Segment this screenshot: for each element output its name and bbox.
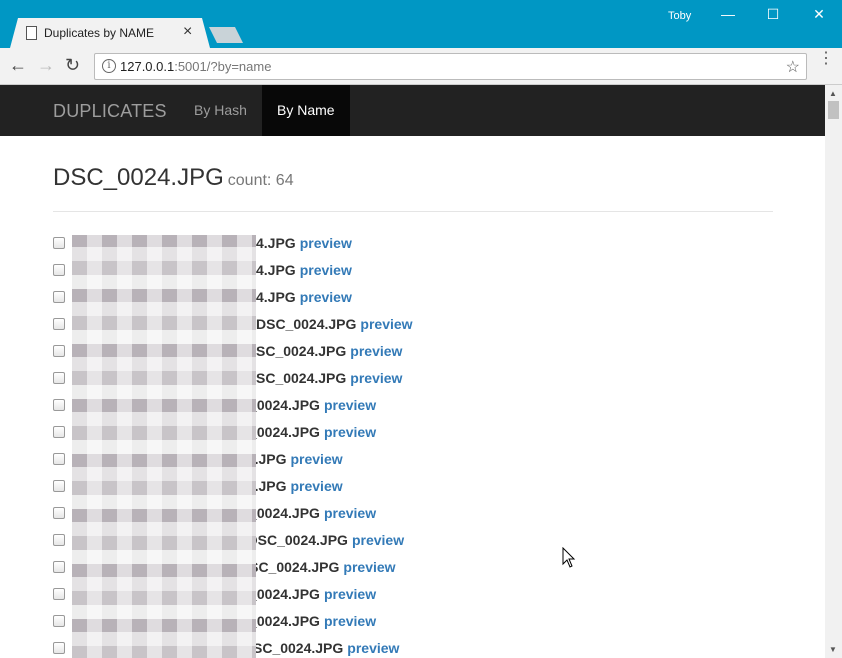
new-tab-button[interactable]: [209, 27, 243, 43]
page-icon: [26, 26, 37, 40]
preview-link[interactable]: preview: [300, 289, 352, 305]
preview-link[interactable]: preview: [343, 559, 395, 575]
scroll-up-icon[interactable]: ▲: [829, 89, 837, 98]
preview-link[interactable]: preview: [324, 613, 376, 629]
file-entry: DSC_0024.JPG preview: [239, 559, 396, 575]
mouse-cursor-icon: [562, 547, 576, 568]
close-window-icon[interactable]: ✕: [809, 6, 829, 23]
file-entry: SC_0024.JPG preview: [256, 343, 402, 359]
count-label: count: 64: [227, 172, 294, 189]
main-content: DSC_0024.JPG count: 64 4.JPG preview 4.JPG p…: [0, 136, 825, 658]
redacted-path-area: [72, 235, 256, 658]
file-entry: C_0024.JPG preview: [239, 397, 376, 413]
file-entry: C_0024.JPG preview: [239, 424, 376, 440]
url-text[interactable]: 127.0.0.1:5001/?by=name: [120, 59, 271, 74]
preview-link[interactable]: preview: [350, 370, 402, 386]
file-entry: (\DSC_0024.JPG preview: [239, 532, 404, 548]
preview-link[interactable]: preview: [324, 586, 376, 602]
tab-close-icon[interactable]: ×: [183, 23, 192, 41]
file-path: 4.JPG: [256, 235, 296, 251]
browser-titlebar: Duplicates by NAME × Toby — ☐ ✕: [0, 0, 842, 48]
browser-toolbar: ← → ↻ i 127.0.0.1:5001/?by=name ☆ ⋮: [0, 48, 842, 85]
preview-link[interactable]: preview: [360, 316, 412, 332]
tab-title: Duplicates by NAME: [44, 26, 155, 40]
select-checkbox[interactable]: [53, 264, 65, 276]
forward-icon[interactable]: →: [37, 55, 55, 75]
site-info-icon[interactable]: i: [102, 59, 116, 73]
select-checkbox[interactable]: [53, 318, 65, 330]
nav-by-name[interactable]: By Name: [262, 85, 350, 136]
scroll-down-icon[interactable]: ▼: [829, 645, 837, 654]
profile-name[interactable]: Toby: [668, 10, 691, 22]
file-entry: 4.JPG preview: [256, 235, 352, 251]
file-entry: DSC_0024.JPG preview: [256, 316, 413, 332]
navbar-brand[interactable]: DUPLICATES: [53, 101, 167, 122]
select-checkbox[interactable]: [53, 372, 65, 384]
duplicate-filename: DSC_0024.JPG: [53, 164, 224, 191]
preview-link[interactable]: preview: [324, 505, 376, 521]
file-entry: 4.JPG preview: [256, 289, 352, 305]
preview-link[interactable]: preview: [347, 640, 399, 656]
preview-link[interactable]: preview: [350, 343, 402, 359]
select-checkbox[interactable]: [53, 480, 65, 492]
preview-link[interactable]: preview: [352, 532, 404, 548]
preview-link[interactable]: preview: [290, 451, 342, 467]
select-checkbox[interactable]: [53, 561, 65, 573]
site-navbar: DUPLICATES By Hash By Name: [0, 85, 825, 136]
nav-by-hash[interactable]: By Hash: [179, 85, 262, 136]
file-entry: \DSC_0024.JPG preview: [239, 640, 399, 656]
select-checkbox[interactable]: [53, 291, 65, 303]
select-checkbox[interactable]: [53, 534, 65, 546]
file-path: SC_0024.JPG: [256, 343, 347, 359]
url-host: 127.0.0.1: [120, 59, 175, 74]
select-checkbox[interactable]: [53, 588, 65, 600]
preview-link[interactable]: preview: [290, 478, 342, 494]
select-checkbox[interactable]: [53, 345, 65, 357]
file-entry: SC_0024.JPG preview: [256, 370, 402, 386]
select-checkbox[interactable]: [53, 453, 65, 465]
browser-menu-icon[interactable]: ⋮: [818, 51, 834, 67]
preview-link[interactable]: preview: [300, 262, 352, 278]
address-bar[interactable]: i 127.0.0.1:5001/?by=name ☆: [94, 53, 807, 80]
back-icon[interactable]: ←: [9, 55, 27, 75]
file-path: SC_0024.JPG: [256, 370, 347, 386]
file-entry: C_0024.JPG preview: [239, 505, 376, 521]
select-checkbox[interactable]: [53, 507, 65, 519]
bookmark-star-icon[interactable]: ☆: [786, 57, 800, 77]
select-checkbox[interactable]: [53, 399, 65, 411]
file-entry: C_0024.JPG preview: [239, 613, 376, 629]
file-path: 4.JPG: [256, 289, 296, 305]
file-path: DSC_0024.JPG: [256, 316, 357, 332]
file-entry: C_0024.JPG preview: [239, 586, 376, 602]
preview-link[interactable]: preview: [300, 235, 352, 251]
divider: [53, 211, 773, 212]
maximize-icon[interactable]: ☐: [763, 6, 783, 23]
select-checkbox[interactable]: [53, 615, 65, 627]
scroll-thumb[interactable]: [828, 101, 839, 119]
url-path: :5001/?by=name: [174, 59, 272, 74]
select-checkbox[interactable]: [53, 426, 65, 438]
page-title: DSC_0024.JPG count: 64: [53, 164, 294, 192]
file-entry: 4.JPG preview: [256, 262, 352, 278]
file-path: 4.JPG: [256, 262, 296, 278]
reload-icon[interactable]: ↻: [65, 55, 80, 75]
preview-link[interactable]: preview: [324, 397, 376, 413]
preview-link[interactable]: preview: [324, 424, 376, 440]
select-checkbox[interactable]: [53, 642, 65, 654]
minimize-icon[interactable]: —: [718, 6, 738, 22]
browser-tab[interactable]: Duplicates by NAME ×: [10, 18, 210, 48]
page-scrollbar[interactable]: ▲ ▼: [825, 85, 842, 658]
select-checkbox[interactable]: [53, 237, 65, 249]
